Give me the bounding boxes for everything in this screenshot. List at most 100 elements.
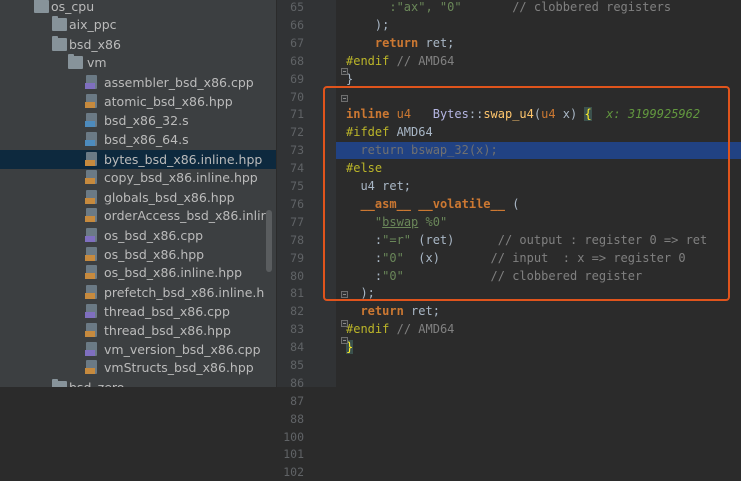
file-type-badge [85, 140, 95, 146]
line-number: 88 [290, 412, 304, 426]
tree-item-label: os_bsd_x86.hpp [104, 247, 205, 262]
line-number: 67 [290, 36, 304, 50]
tree-item-label: bytes_bsd_x86.inline.hpp [104, 152, 263, 167]
line-number: 74 [290, 161, 304, 175]
line-number: 100 [283, 430, 304, 444]
h-file-icon [85, 247, 97, 261]
file-type-badge [85, 312, 95, 318]
line-number: 72 [290, 125, 304, 139]
fold-end-icon[interactable] [341, 68, 348, 75]
tree-folder[interactable]: bsd_zero [0, 378, 276, 387]
code-line[interactable]: ); [346, 17, 389, 34]
line-number: 102 [283, 465, 304, 479]
tree-item-label: copy_bsd_x86.inline.hpp [104, 170, 258, 185]
tree-file[interactable]: thread_bsd_x86.hpp [0, 321, 276, 340]
code-line[interactable]: #endif // AMD64 [346, 321, 454, 338]
line-number: 65 [290, 0, 304, 14]
fold-end-icon[interactable] [341, 291, 348, 298]
tree-file[interactable]: thread_bsd_x86.cpp [0, 302, 276, 321]
asm-file-icon [85, 132, 97, 146]
folder-icon [52, 16, 67, 31]
tree-item-label: aix_ppc [69, 17, 117, 32]
file-type-badge [85, 102, 95, 108]
file-type-badge [85, 293, 95, 299]
line-number: 80 [290, 269, 304, 283]
h-file-icon [85, 152, 97, 166]
tree-item-label: atomic_bsd_x86.hpp [104, 94, 233, 109]
line-number: 86 [290, 376, 304, 390]
folder-icon [52, 379, 67, 387]
line-number: 78 [290, 233, 304, 247]
cpp-file-icon [85, 304, 97, 318]
line-number: 68 [290, 54, 304, 68]
cpp-file-icon [85, 342, 97, 356]
file-type-badge [85, 255, 95, 261]
tree-item-label: vm_version_bsd_x86.cpp [104, 342, 261, 357]
tree-file[interactable]: atomic_bsd_x86.hpp [0, 92, 276, 111]
code-line[interactable]: :"ax", "0" // clobbered registers [346, 0, 671, 16]
tree-folder[interactable]: aix_ppc [0, 15, 276, 34]
tree-file[interactable]: vm_version_bsd_x86.cpp [0, 340, 276, 359]
h-file-icon [85, 190, 97, 204]
file-type-badge [85, 236, 95, 242]
file-type-badge [85, 160, 95, 166]
line-number: 84 [290, 340, 304, 354]
tree-file[interactable]: bytes_bsd_x86.inline.hpp [0, 150, 276, 169]
tree-item-label: vmStructs_bsd_x86.hpp [104, 360, 254, 375]
line-number: 81 [290, 286, 304, 300]
tree-file[interactable]: copy_bsd_x86.inline.hpp [0, 168, 276, 187]
tree-item-label: vm [87, 55, 107, 70]
file-type-badge [85, 350, 95, 356]
tree-file[interactable]: vmStructs_bsd_x86.hpp [0, 358, 276, 377]
tree-file[interactable]: os_bsd_x86.cpp [0, 226, 276, 245]
tree-file[interactable]: assembler_bsd_x86.cpp [0, 73, 276, 92]
line-number: 75 [290, 179, 304, 193]
file-type-badge [85, 273, 95, 279]
line-number: 66 [290, 18, 304, 32]
folder-icon [34, 0, 49, 13]
fold-start-icon[interactable] [341, 320, 348, 327]
line-number: 69 [290, 72, 304, 86]
line-number: 71 [290, 107, 304, 121]
folder-icon [52, 36, 67, 51]
tree-item-label: bsd_zero [69, 378, 124, 387]
code-line[interactable]: return ret; [346, 35, 454, 52]
file-type-badge [85, 178, 95, 184]
asm-file-icon [85, 113, 97, 127]
file-type-badge [85, 368, 95, 374]
tree-item-label: assembler_bsd_x86.cpp [104, 75, 254, 90]
tree-item-label: bsd_x86_32.s [104, 113, 189, 128]
tree-folder[interactable]: bsd_x86 [0, 35, 276, 54]
tree-file[interactable]: bsd_x86_64.s [0, 130, 276, 149]
tree-folder[interactable]: vm [0, 53, 276, 72]
tree-folder[interactable]: os_cpu [0, 0, 276, 16]
line-number: 85 [290, 358, 304, 372]
tree-file[interactable]: globals_bsd_x86.hpp [0, 188, 276, 207]
tree-file[interactable]: os_bsd_x86.inline.hpp [0, 263, 276, 282]
project-tree[interactable]: os_cpu aix_ppc bsd_x86 vm assembler_bsd_x86.… [0, 0, 276, 387]
code-line[interactable]: return ret; [346, 303, 439, 320]
tree-item-label: prefetch_bsd_x86.inline.h [104, 285, 265, 300]
line-number: 77 [290, 215, 304, 229]
tree-file[interactable]: orderAccess_bsd_x86.inlir [0, 206, 276, 225]
cpp-file-icon [85, 228, 97, 242]
h-file-icon [85, 208, 97, 222]
code-line[interactable]: #endif // AMD64 [346, 53, 454, 70]
file-type-badge [85, 83, 95, 89]
tree-file[interactable]: bsd_x86_32.s [0, 111, 276, 130]
fold-collapsed-icon[interactable] [341, 337, 348, 344]
tree-file[interactable]: os_bsd_x86.hpp [0, 245, 276, 264]
tree-item-label: orderAccess_bsd_x86.inlir [104, 208, 266, 223]
line-number: 101 [283, 447, 304, 461]
tree-item-label: thread_bsd_x86.cpp [104, 304, 230, 319]
fold-start-icon[interactable] [341, 95, 348, 102]
highlight-annotation-box [323, 86, 730, 301]
tree-item-label: bsd_x86_64.s [104, 132, 189, 147]
line-number: 73 [290, 143, 304, 157]
tree-item-label: os_bsd_x86.cpp [104, 228, 204, 243]
tree-scrollbar[interactable] [266, 210, 272, 272]
tree-item-label: os_bsd_x86.inline.hpp [104, 265, 243, 280]
line-number: 82 [290, 304, 304, 318]
tree-file[interactable]: prefetch_bsd_x86.inline.h [0, 283, 276, 302]
file-type-badge [85, 331, 95, 337]
